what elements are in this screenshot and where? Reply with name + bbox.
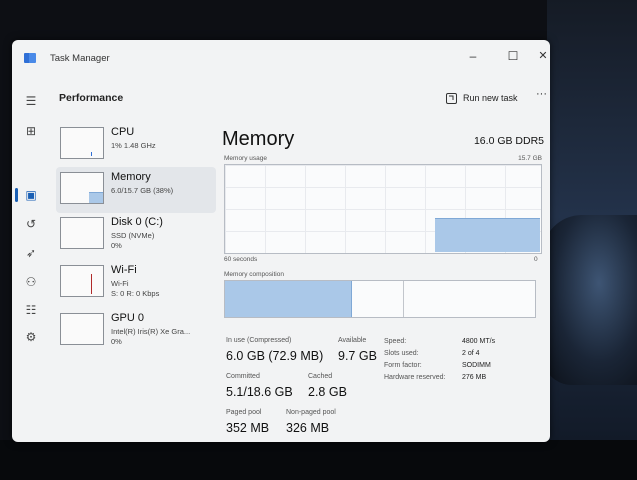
details-icon[interactable]: ☷ — [22, 301, 40, 319]
slots-used-value: 2 of 4 — [462, 350, 480, 357]
disk-thumbnail-graph — [60, 217, 104, 249]
resource-name: CPU — [111, 126, 135, 138]
run-new-task-label: Run new task — [463, 93, 518, 103]
memory-usage-graph — [224, 164, 542, 254]
gpu-thumbnail-graph — [60, 313, 104, 345]
resource-detail: 1% 1.48 GHz — [111, 141, 156, 150]
non-paged-pool-value: 326 MB — [286, 421, 330, 435]
cached-label: Cached — [308, 373, 333, 380]
resource-detail: S: 0 R: 0 Kbps — [111, 289, 160, 298]
resource-name: Wi-Fi — [111, 264, 137, 276]
processes-icon[interactable]: ⊞ — [22, 122, 40, 140]
close-button[interactable]: ✕ — [531, 46, 550, 66]
usage-max-label: 15.7 GB — [518, 155, 542, 162]
non-paged-pool-label: Non-paged pool — [286, 409, 336, 416]
wallpaper-car — [542, 215, 637, 385]
startup-apps-icon[interactable]: ➶ — [22, 244, 40, 262]
run-task-icon — [446, 92, 457, 104]
hardware-reserved-label: Hardware reserved: — [384, 374, 446, 381]
app-history-icon[interactable]: ↺ — [22, 215, 40, 233]
performance-icon[interactable]: ▣ — [22, 186, 40, 204]
active-indicator — [15, 188, 18, 202]
available-label: Available — [338, 337, 367, 344]
resource-name: Memory — [111, 171, 151, 183]
available-value: 9.7 GB — [338, 349, 377, 363]
nav-rail: ☰ ⊞ ▣ ↺ ➶ ⚇ ☷ ⚙ ⚙ — [12, 76, 50, 442]
committed-label: Committed — [226, 373, 260, 380]
in-use-value: 6.0 GB (72.9 MB) — [226, 349, 324, 363]
speed-value: 4800 MT/s — [462, 338, 496, 345]
run-new-task-button[interactable]: Run new task — [446, 88, 518, 108]
memory-thumbnail-graph — [60, 172, 104, 204]
usage-label: Memory usage — [224, 155, 267, 162]
composition-in-use — [225, 281, 352, 317]
in-use-label: In use (Compressed) — [226, 337, 292, 344]
resource-name: GPU 0 — [111, 312, 145, 324]
form-factor-value: SODIMM — [462, 362, 491, 369]
wifi-thumbnail-graph — [60, 265, 104, 297]
task-manager-window: Task Manager – ☐ ✕ ☰ ⊞ ▣ ↺ ➶ ⚇ ☷ ⚙ ⚙ Per… — [12, 40, 550, 442]
resource-name: Disk 0 (C:) — [111, 216, 163, 228]
title-bar[interactable]: Task Manager – ☐ ✕ — [12, 40, 550, 76]
hardware-reserved-value: 276 MB — [462, 374, 487, 381]
more-options-button[interactable]: ··· — [536, 88, 547, 100]
detail-title: Memory — [222, 128, 295, 150]
minimize-button[interactable]: – — [461, 46, 485, 66]
memory-spec: 16.0 GB DDR5 — [473, 135, 544, 147]
paged-pool-label: Paged pool — [226, 409, 262, 416]
cpu-thumbnail-graph — [60, 127, 104, 159]
resource-detail: 0% — [111, 337, 122, 346]
window-title: Task Manager — [50, 53, 110, 64]
resource-detail: Wi-Fi — [111, 279, 129, 288]
screen-bezel — [0, 440, 637, 480]
composition-modified — [355, 281, 404, 317]
resource-item-cpu[interactable]: CPU 1% 1.48 GHz — [56, 122, 216, 168]
resource-item-memory[interactable]: Memory 6.0/15.7 GB (38%) — [56, 167, 216, 213]
committed-value: 5.1/18.6 GB — [226, 385, 293, 399]
resource-detail: Intel(R) Iris(R) Xe Gra... — [111, 327, 191, 336]
page-title: Performance — [59, 92, 124, 104]
maximize-button[interactable]: ☐ — [501, 46, 525, 66]
paged-pool-value: 352 MB — [226, 421, 270, 435]
speed-label: Speed: — [384, 338, 407, 345]
resource-detail: 6.0/15.7 GB (38%) — [111, 186, 174, 195]
resource-detail: SSD (NVMe) — [111, 231, 155, 240]
services-icon[interactable]: ⚙ — [22, 328, 40, 346]
users-icon[interactable]: ⚇ — [22, 273, 40, 291]
resource-item-disk[interactable]: Disk 0 (C:) SSD (NVMe) 0% — [56, 212, 216, 258]
composition-label: Memory composition — [224, 271, 284, 278]
hamburger-icon[interactable]: ☰ — [22, 92, 40, 110]
resource-item-wifi[interactable]: Wi-Fi Wi-Fi S: 0 R: 0 Kbps — [56, 260, 216, 306]
time-axis-left: 60 seconds — [224, 256, 258, 263]
memory-detail-panel: Memory 16.0 GB DDR5 Memory usage 15.7 GB… — [222, 122, 548, 442]
cached-value: 2.8 GB — [308, 385, 347, 399]
memory-composition-bar — [224, 280, 536, 318]
task-manager-icon — [24, 53, 36, 63]
slots-used-label: Slots used: — [384, 350, 419, 357]
resource-detail: 0% — [111, 241, 122, 250]
time-axis-right: 0 — [534, 256, 538, 263]
memory-usage-fill — [435, 218, 540, 252]
resource-item-gpu[interactable]: GPU 0 Intel(R) Iris(R) Xe Gra... 0% — [56, 308, 216, 354]
page-header: Performance Run new task ··· — [58, 76, 550, 118]
form-factor-label: Form factor: — [384, 362, 422, 369]
